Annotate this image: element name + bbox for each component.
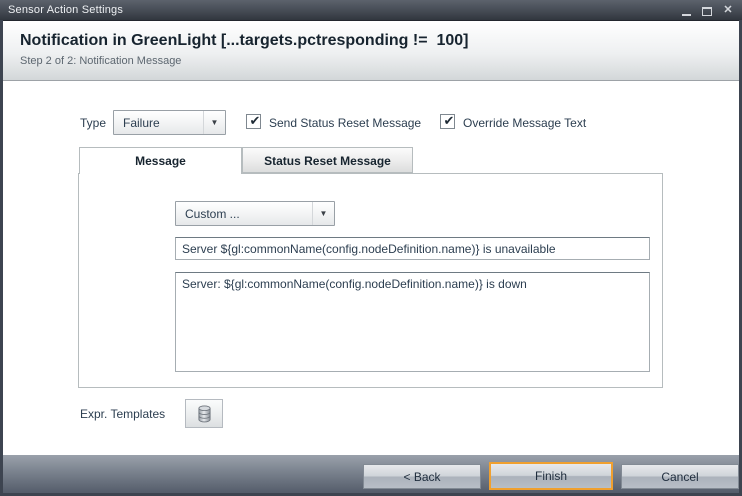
expr-templates-label: Expr. Templates [80,407,165,421]
tab-message[interactable]: Message [79,147,242,174]
checkmark-icon: ✔ [250,114,261,127]
close-button[interactable]: ✕ [722,5,734,16]
minimize-button[interactable] [680,5,692,16]
maximize-icon [702,7,712,16]
templates-dropdown[interactable]: Custom ... ▼ [175,201,335,226]
tab-status-reset-message[interactable]: Status Reset Message [242,147,413,173]
type-dropdown-value: Failure [114,116,203,130]
minimize-icon [682,7,691,16]
type-label: Type [80,116,106,130]
text-textarea[interactable]: Server: ${gl:commonName(config.nodeDefin… [175,272,650,372]
cancel-button[interactable]: Cancel [621,464,739,489]
maximize-button[interactable] [701,5,713,16]
send-status-reset-label: Send Status Reset Message [269,116,421,130]
wizard-header: Notification in GreenLight [...targets.p… [3,20,739,81]
window-title: Sensor Action Settings [8,4,680,16]
chevron-down-icon: ▼ [312,202,334,225]
finish-button[interactable]: Finish [489,462,613,490]
send-status-reset-checkbox[interactable]: ✔ [246,114,261,129]
dialog-footer: < Back Finish Cancel [3,455,739,493]
close-icon: ✕ [723,5,732,16]
templates-dropdown-value: Custom ... [176,207,312,221]
expr-templates-button[interactable] [185,399,223,428]
page-subtitle: Step 2 of 2: Notification Message [20,55,739,67]
type-dropdown[interactable]: Failure ▼ [113,110,226,135]
back-button[interactable]: < Back [363,464,481,489]
dialog-content: Type Failure ▼ ✔ Send Status Reset Messa… [3,81,739,455]
override-message-text-label: Override Message Text [463,116,586,130]
chevron-down-icon: ▼ [203,111,225,134]
checkmark-icon: ✔ [444,114,455,127]
sensor-action-settings-window: Sensor Action Settings ✕ Notification in… [0,0,742,496]
override-message-text-checkbox[interactable]: ✔ [440,114,455,129]
title-bar: Sensor Action Settings ✕ [0,0,742,20]
window-controls: ✕ [680,5,734,16]
page-title: Notification in GreenLight [...targets.p… [20,32,739,50]
short-text-input[interactable] [175,237,650,260]
database-icon [197,405,212,423]
